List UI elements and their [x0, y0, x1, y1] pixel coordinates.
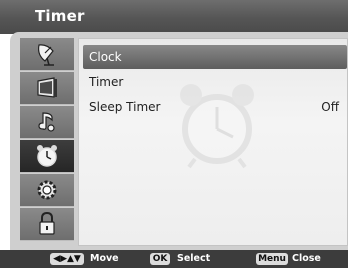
- move-hint: Move: [90, 253, 119, 264]
- sleep-timer-value: Off: [321, 100, 339, 114]
- menu-item-timer[interactable]: Timer: [83, 70, 347, 94]
- menu-item-label: Timer: [89, 75, 124, 89]
- sidebar-item-settings[interactable]: [20, 174, 74, 207]
- sidebar-item-sound[interactable]: [20, 106, 74, 139]
- tv-picture-icon: [37, 77, 57, 98]
- audio-note-icon: [38, 112, 55, 132]
- menu-item-sleep-timer[interactable]: Sleep Timer Off: [83, 95, 347, 119]
- close-hint: Close: [292, 253, 321, 264]
- sidebar-item-picture[interactable]: [20, 72, 74, 105]
- alarm-clock-icon: [37, 145, 57, 167]
- tv-menu-screen: Timer Clock Timer Sleep Timer Off ◀▶▲▼ M…: [0, 0, 348, 268]
- sidebar-item-lock[interactable]: [20, 208, 74, 241]
- ok-key: OK: [150, 253, 170, 265]
- title-bar: Timer: [0, 0, 348, 34]
- gear-icon: [37, 180, 57, 200]
- footer-hint-bar: ◀▶▲▼ Move OK Select Menu Close: [0, 250, 348, 268]
- menu-key: Menu: [256, 253, 288, 265]
- menu-item-clock[interactable]: Clock: [83, 45, 347, 69]
- menu-item-label: Clock: [89, 50, 122, 64]
- nav-arrows-key: ◀▶▲▼: [50, 253, 84, 265]
- menu-item-label: Sleep Timer: [89, 100, 161, 114]
- padlock-icon: [39, 211, 55, 235]
- sidebar-item-timer[interactable]: [20, 140, 74, 173]
- sidebar-item-channels[interactable]: [20, 38, 74, 71]
- sidebar: [20, 38, 74, 246]
- timer-menu-panel: Clock Timer Sleep Timer Off: [78, 38, 348, 246]
- satellite-dish-icon: [38, 44, 54, 66]
- page-title: Timer: [35, 7, 85, 25]
- select-hint: Select: [177, 253, 211, 264]
